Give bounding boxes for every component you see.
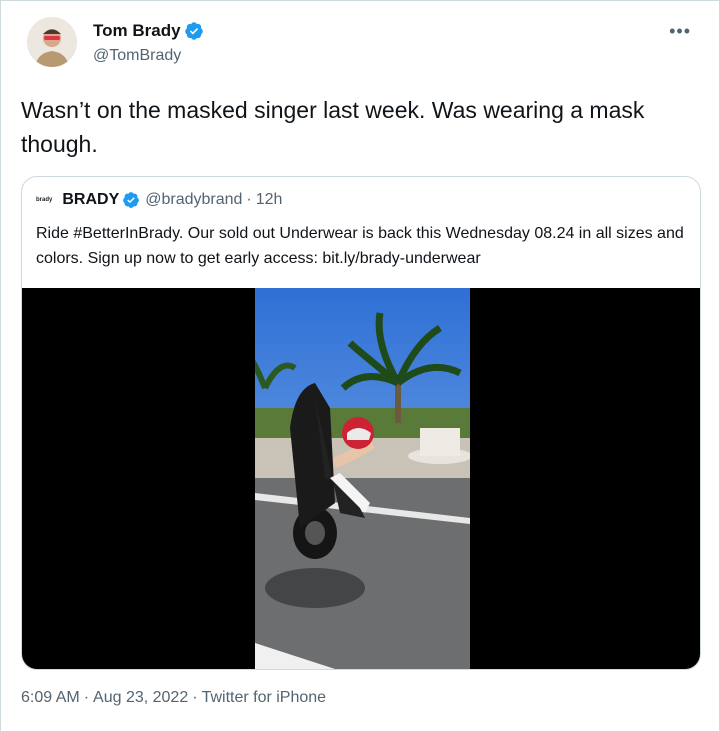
video-thumbnail[interactable] <box>255 288 470 669</box>
tweet-meta: 6:09 AM · Aug 23, 2022 · Twitter for iPh… <box>21 689 326 707</box>
ellipsis-icon[interactable]: ••• <box>669 21 691 42</box>
tweet-source[interactable]: Twitter for iPhone <box>202 689 327 707</box>
tweet-time[interactable]: 6:09 AM <box>21 689 80 707</box>
author-handle[interactable]: @TomBrady <box>93 47 181 65</box>
verified-badge-icon <box>123 192 140 208</box>
quoted-author-name[interactable]: BRADY <box>62 191 119 209</box>
separator: · <box>83 689 90 706</box>
author-name[interactable]: Tom Brady <box>93 21 204 41</box>
author-avatar[interactable] <box>27 17 77 67</box>
quoted-tweet-header: brady BRADY @bradybrand · 12h <box>36 191 282 209</box>
tweet-text: Wasn’t on the masked singer last week. W… <box>21 97 645 157</box>
quoted-tweet[interactable]: brady BRADY @bradybrand · 12h Ride #Bett… <box>21 176 701 670</box>
quoted-tweet-time[interactable]: 12h <box>256 191 283 209</box>
separator: · <box>246 191 252 208</box>
verified-badge-icon <box>184 22 203 40</box>
brand-logo: brady <box>36 197 53 203</box>
separator: · <box>192 689 198 706</box>
tweet-date[interactable]: Aug 23, 2022 <box>93 689 188 707</box>
tweet-card: Tom Brady @TomBrady ••• Wasn’t on the ma… <box>0 0 720 732</box>
quoted-author-handle[interactable]: @bradybrand <box>145 191 242 209</box>
motorcycle-wheelie-image <box>255 288 470 669</box>
person-avatar-icon <box>27 17 77 67</box>
video-player[interactable] <box>22 288 700 669</box>
quoted-tweet-text: Ride #BetterInBrady. Our sold out Underw… <box>36 225 684 267</box>
